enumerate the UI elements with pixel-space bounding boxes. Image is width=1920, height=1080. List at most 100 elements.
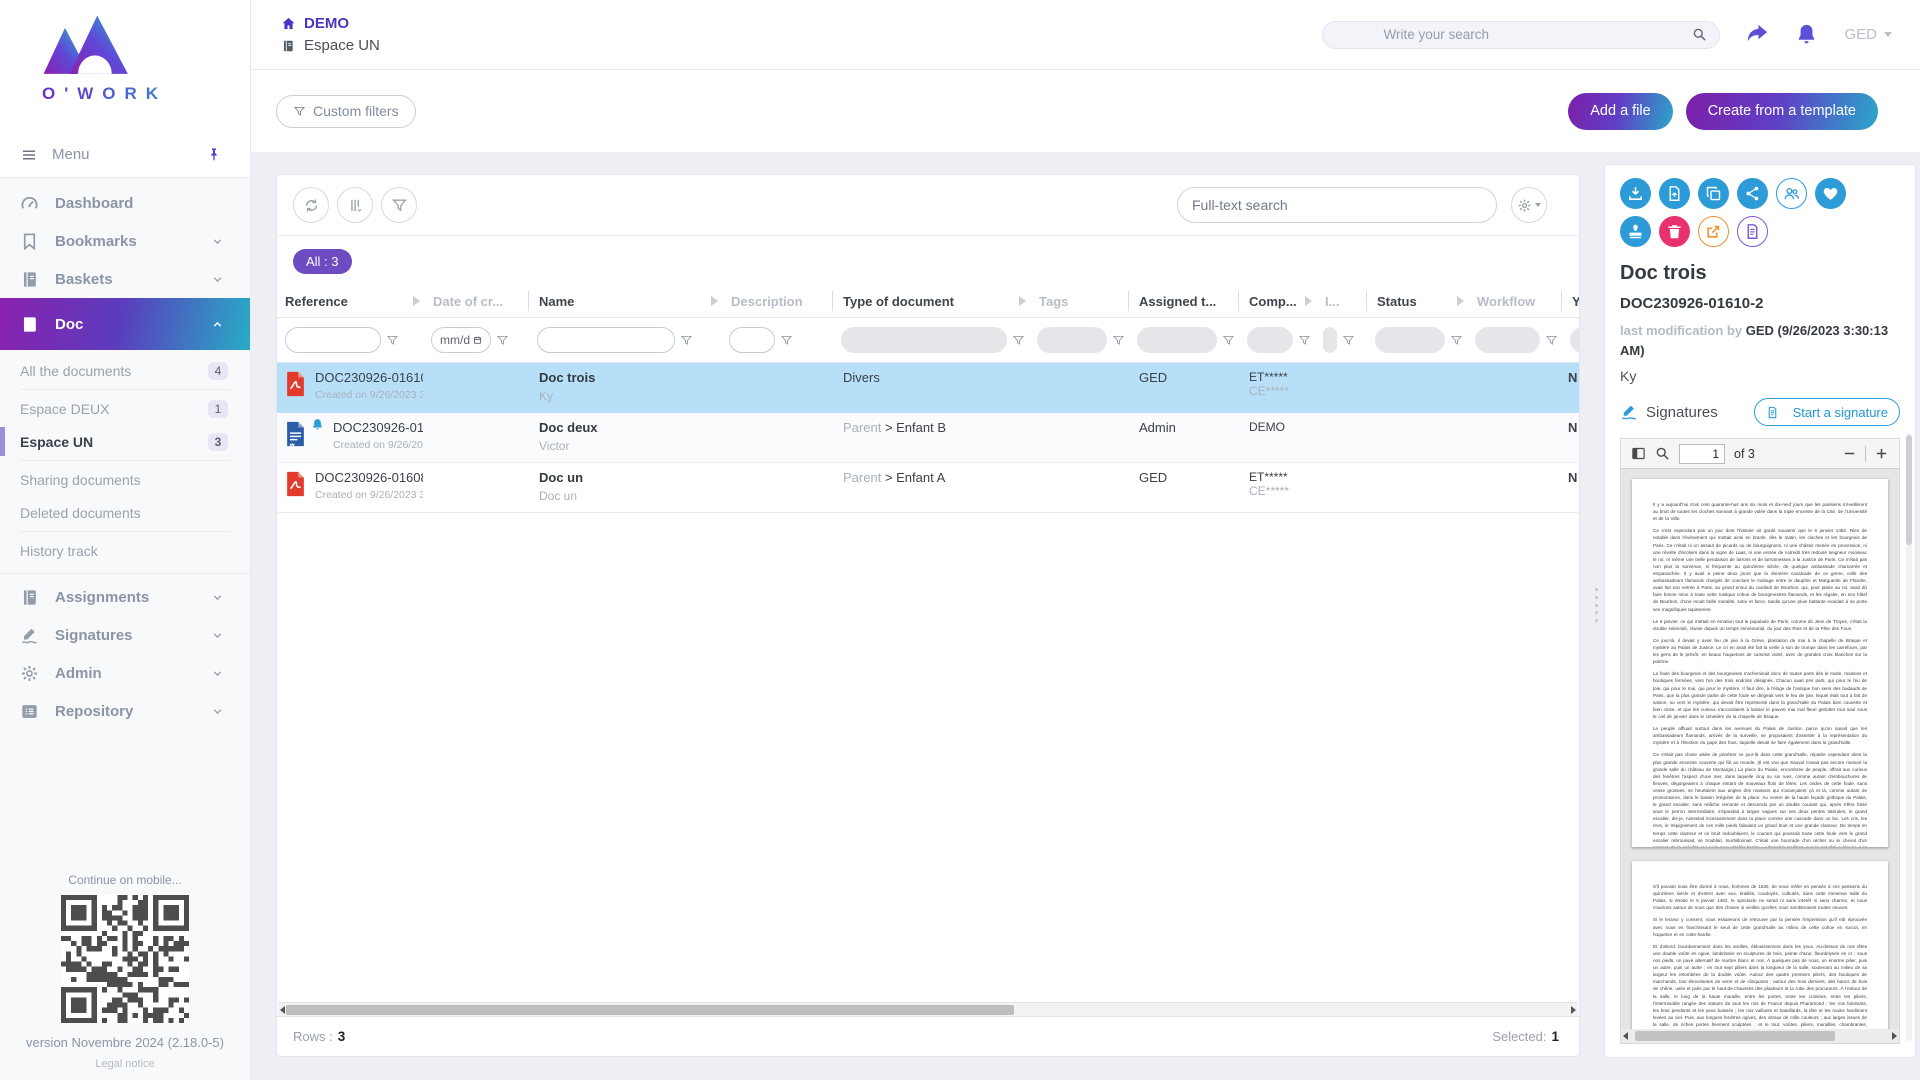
- share-icon[interactable]: [1746, 23, 1769, 46]
- funnel-icon[interactable]: [780, 334, 793, 347]
- column-header[interactable]: Y...: [1562, 285, 1579, 317]
- panel-vertical-scrollbar[interactable]: [1906, 433, 1912, 1041]
- start-signature-button[interactable]: Start a signature: [1754, 398, 1900, 426]
- sidebar-toggle-icon[interactable]: [1631, 446, 1646, 461]
- column-filter[interactable]: [1367, 318, 1467, 362]
- column-filter[interactable]: [277, 318, 423, 362]
- column-filter[interactable]: [1129, 318, 1239, 362]
- column-filter[interactable]: [1315, 318, 1367, 362]
- table-row[interactable]: DOC230926-01610-2 Created on 9/26/2023 3…: [277, 363, 1579, 413]
- sidebar-item-assignments[interactable]: Assignments: [0, 578, 250, 616]
- funnel-icon[interactable]: [1222, 334, 1235, 347]
- column-header[interactable]: Description: [721, 285, 833, 317]
- sidebar-item-bookmarks[interactable]: Bookmarks: [0, 222, 250, 260]
- sidebar-subitem[interactable]: Espace UN3: [0, 425, 250, 458]
- breadcrumb-space[interactable]: Espace UN: [281, 37, 380, 54]
- pin-icon[interactable]: [206, 147, 222, 163]
- column-header[interactable]: Date of cr...: [423, 285, 529, 317]
- sidebar-item-baskets[interactable]: Baskets: [0, 260, 250, 298]
- sidebar-item-dashboard[interactable]: Dashboard: [0, 184, 250, 222]
- scroll-left-arrow[interactable]: [1623, 1032, 1628, 1040]
- column-header[interactable]: Status: [1367, 285, 1467, 317]
- column-filter[interactable]: [1239, 318, 1315, 362]
- open-external-button[interactable]: [1698, 216, 1729, 247]
- scroll-right-arrow[interactable]: [1892, 1032, 1897, 1040]
- panel-resize-handle[interactable]: [1592, 588, 1600, 622]
- zoom-out-icon[interactable]: [1842, 446, 1857, 461]
- assign-users-button[interactable]: [1776, 178, 1807, 209]
- filter-input[interactable]: [537, 327, 675, 353]
- filter-button[interactable]: [381, 187, 417, 223]
- date-filter-input[interactable]: mm/d: [431, 327, 491, 353]
- pdf-horizontal-scrollbar[interactable]: [1621, 1029, 1899, 1043]
- column-header[interactable]: Type of document: [833, 285, 1029, 317]
- horizontal-scrollbar[interactable]: [278, 1002, 1578, 1016]
- sidebar-subitem[interactable]: Deleted documents: [0, 496, 250, 529]
- column-filter[interactable]: mm/d: [423, 318, 529, 362]
- column-filter[interactable]: [529, 318, 721, 362]
- calendar-icon[interactable]: [473, 334, 482, 346]
- refresh-button[interactable]: [293, 187, 329, 223]
- funnel-icon[interactable]: [1342, 334, 1355, 347]
- document-properties-button[interactable]: [1737, 216, 1768, 247]
- download-button[interactable]: [1620, 178, 1651, 209]
- share-button[interactable]: [1737, 178, 1768, 209]
- custom-filters-button[interactable]: Custom filters: [276, 95, 416, 128]
- scrollbar-thumb[interactable]: [286, 1005, 1014, 1015]
- breadcrumb-home[interactable]: DEMO: [281, 15, 380, 32]
- sidebar-subitem[interactable]: Espace DEUX1: [0, 392, 250, 425]
- column-header[interactable]: I...: [1315, 285, 1367, 317]
- page-number-input[interactable]: [1679, 444, 1725, 464]
- column-filter[interactable]: [1029, 318, 1129, 362]
- upload-version-button[interactable]: [1659, 178, 1690, 209]
- sidebar-item-repository[interactable]: Repository: [0, 692, 250, 730]
- search-icon[interactable]: [1655, 446, 1670, 461]
- column-filter[interactable]: [1562, 318, 1579, 362]
- column-header[interactable]: Tags: [1029, 285, 1129, 317]
- funnel-icon[interactable]: [1545, 334, 1558, 347]
- column-filter[interactable]: [1467, 318, 1562, 362]
- favorite-button[interactable]: [1815, 178, 1846, 209]
- column-filter[interactable]: [721, 318, 833, 362]
- sidebar-subitem[interactable]: History track: [0, 534, 250, 567]
- funnel-icon[interactable]: [1298, 334, 1311, 347]
- global-search-input[interactable]: Write your search: [1322, 21, 1720, 49]
- funnel-icon[interactable]: [1450, 334, 1463, 347]
- column-header[interactable]: Name: [529, 285, 721, 317]
- sidebar-item-admin[interactable]: Admin: [0, 654, 250, 692]
- bell-icon[interactable]: [1795, 23, 1818, 46]
- fulltext-search-input[interactable]: Full-text search: [1177, 187, 1497, 223]
- scroll-right-arrow[interactable]: [1571, 1006, 1576, 1014]
- table-row[interactable]: DOC230926-01608-0 Created on 9/26/2023 3…: [277, 463, 1579, 513]
- sidebar-subitem[interactable]: All the documents4: [0, 354, 250, 387]
- filter-input[interactable]: [285, 327, 381, 353]
- column-header[interactable]: Assigned t...: [1129, 285, 1239, 317]
- user-menu[interactable]: GED: [1844, 26, 1892, 43]
- table-settings-button[interactable]: [1511, 187, 1547, 223]
- funnel-icon[interactable]: [1012, 334, 1025, 347]
- sidebar-subitem[interactable]: Sharing documents: [0, 463, 250, 496]
- column-header[interactable]: Reference: [277, 285, 423, 317]
- sidebar-item-doc[interactable]: Doc: [0, 298, 250, 350]
- duplicate-button[interactable]: [1698, 178, 1729, 209]
- delete-button[interactable]: [1659, 216, 1690, 247]
- funnel-icon[interactable]: [386, 334, 399, 347]
- column-filter[interactable]: [833, 318, 1029, 362]
- stamp-button[interactable]: [1620, 216, 1651, 247]
- pdf-pages-area[interactable]: Il y a aujourd'hui trois cent quarante-h…: [1621, 469, 1899, 1029]
- column-header[interactable]: Workflow: [1467, 285, 1562, 317]
- search-icon[interactable]: [1692, 27, 1707, 42]
- sidebar-item-signatures[interactable]: Signatures: [0, 616, 250, 654]
- scroll-left-arrow[interactable]: [280, 1006, 285, 1014]
- table-row[interactable]: DOC230926-01609-0 Created on 9/26/2023 3…: [277, 413, 1579, 463]
- scrollbar-thumb[interactable]: [1635, 1031, 1835, 1041]
- filter-input[interactable]: [729, 327, 775, 353]
- sidebar-menu-toggle[interactable]: Menu: [0, 132, 250, 178]
- funnel-icon[interactable]: [1112, 334, 1125, 347]
- columns-button[interactable]: [337, 187, 373, 223]
- funnel-icon[interactable]: [496, 334, 509, 347]
- legal-notice-link[interactable]: Legal notice: [0, 1058, 250, 1070]
- column-header[interactable]: Comp...: [1239, 285, 1315, 317]
- create-from-template-button[interactable]: Create from a template: [1686, 93, 1878, 130]
- add-file-button[interactable]: Add a file: [1568, 93, 1672, 130]
